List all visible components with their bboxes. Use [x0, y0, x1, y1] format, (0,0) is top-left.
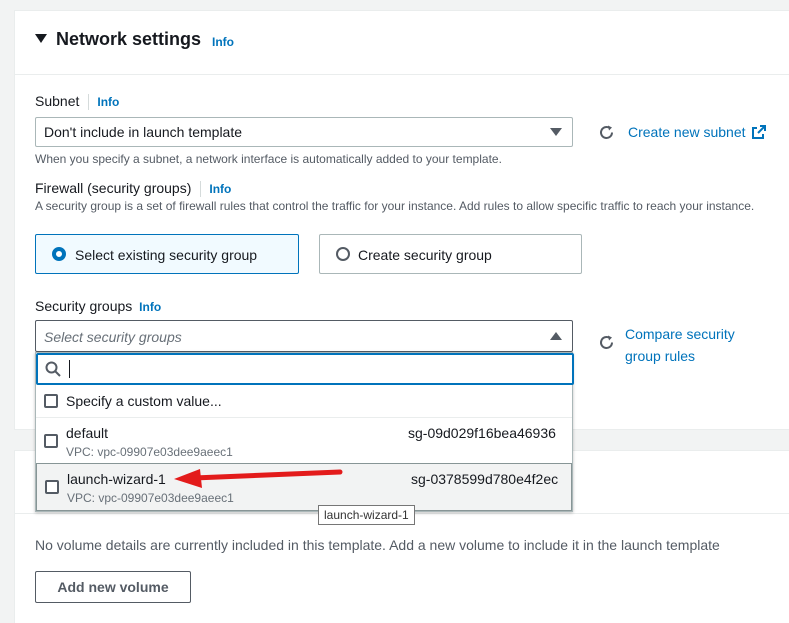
subnet-hint: When you specify a subnet, a network int…: [35, 152, 502, 166]
chevron-up-icon: [550, 332, 562, 340]
create-new-subnet-link[interactable]: Create new subnet: [628, 124, 767, 142]
compare-link-line1: Compare security: [625, 326, 735, 342]
firewall-description: A security group is a set of firewall ru…: [35, 199, 755, 213]
security-groups-multiselect[interactable]: Select security groups: [35, 320, 573, 352]
radio-create-label: Create security group: [358, 247, 492, 263]
divider: [88, 94, 90, 111]
checkbox-icon: [44, 394, 58, 408]
sg-option-id: sg-09d029f16bea46936: [408, 425, 556, 441]
divider: [200, 181, 202, 198]
subnet-label: Subnet Info: [35, 93, 119, 111]
sg-option-name: default: [66, 425, 109, 441]
subnet-info-link[interactable]: Info: [97, 95, 119, 109]
radio-unselected-icon: [336, 247, 350, 261]
radio-existing-label: Select existing security group: [75, 247, 258, 263]
security-groups-info-link[interactable]: Info: [139, 300, 161, 314]
section-title[interactable]: Network settings: [56, 29, 201, 50]
refresh-icon[interactable]: [598, 334, 615, 351]
sg-option-name: launch-wizard-1: [67, 471, 166, 487]
dropdown-search-field[interactable]: [36, 353, 574, 385]
compare-link-line2: group rules: [625, 348, 696, 364]
sg-option-vpc: VPC: vpc-09907e03dee9aeec1: [67, 491, 234, 505]
option-tooltip: launch-wizard-1: [318, 505, 415, 525]
checkbox-icon: [44, 434, 58, 448]
subnet-label-text: Subnet: [35, 93, 80, 109]
subnet-select-value: Don't include in launch template: [44, 124, 243, 140]
chevron-down-icon: [550, 128, 562, 136]
search-icon: [45, 361, 61, 377]
firewall-label: Firewall (security groups) Info: [35, 180, 231, 198]
annotation-arrow: [172, 466, 344, 490]
security-groups-label: Security groups Info: [35, 298, 161, 314]
custom-value-label: Specify a custom value...: [66, 393, 222, 409]
custom-value-option[interactable]: Specify a custom value...: [36, 385, 572, 417]
sg-option-id: sg-0378599d780e4f2ec: [411, 471, 559, 487]
security-groups-placeholder: Select security groups: [44, 329, 182, 345]
network-info-link[interactable]: Info: [212, 35, 234, 49]
firewall-label-text: Firewall (security groups): [35, 180, 192, 196]
sg-option-vpc: VPC: vpc-09907e03dee9aeec1: [66, 445, 233, 459]
storage-empty-text: No volume details are currently included…: [35, 537, 720, 553]
external-link-icon: [752, 125, 767, 142]
radio-selected-icon: [52, 247, 66, 261]
radio-select-existing-sg[interactable]: Select existing security group: [35, 234, 299, 274]
search-input[interactable]: [69, 360, 70, 378]
subnet-select[interactable]: Don't include in launch template: [35, 117, 573, 147]
firewall-info-link[interactable]: Info: [209, 182, 231, 196]
radio-create-sg[interactable]: Create security group: [319, 234, 582, 274]
refresh-icon[interactable]: [598, 124, 615, 141]
compare-sg-rules-link[interactable]: Compare security group rules: [625, 323, 735, 367]
sg-option-default[interactable]: default VPC: vpc-09907e03dee9aeec1 sg-09…: [36, 417, 572, 463]
add-new-volume-button[interactable]: Add new volume: [35, 571, 191, 603]
checkbox-icon: [45, 480, 59, 494]
collapse-toggle-icon[interactable]: [35, 34, 47, 43]
security-groups-label-text: Security groups: [35, 298, 133, 314]
create-new-subnet-text: Create new subnet: [628, 124, 746, 140]
